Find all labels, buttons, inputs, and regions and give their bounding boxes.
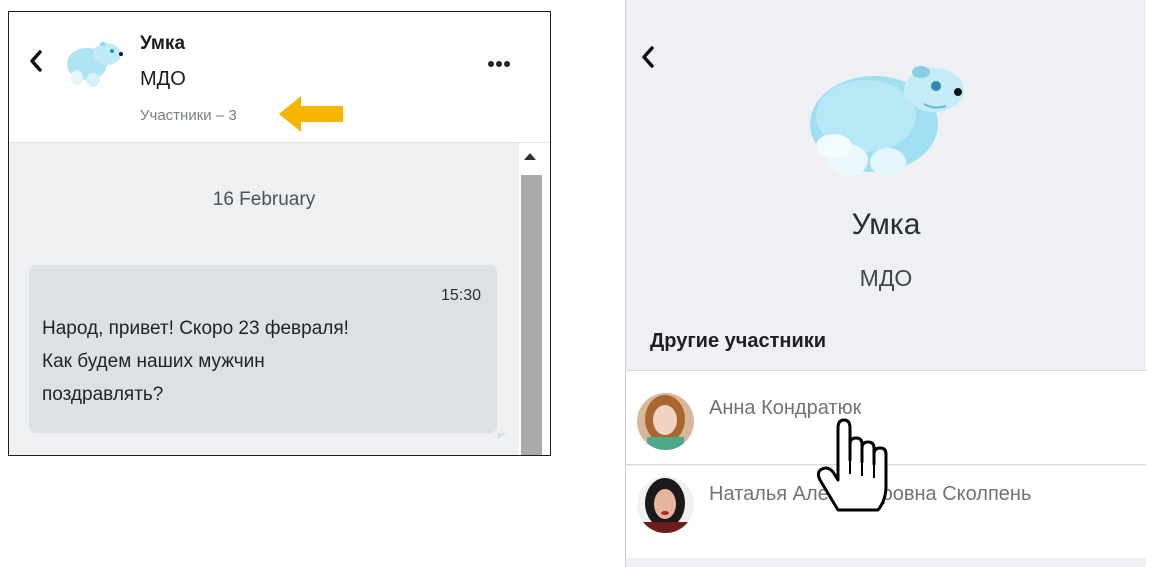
group-avatar-large xyxy=(796,50,972,182)
message-bubble[interactable]: 15:30 Народ, привет! Скоро 23 февраля! К… xyxy=(29,265,497,433)
chat-panel: Умка МДО Участники – 3 16 February 15:30… xyxy=(8,11,551,456)
avatar xyxy=(637,393,694,450)
chat-subtitle: МДО xyxy=(140,68,186,90)
message-text: Народ, привет! Скоро 23 февраля! Как буд… xyxy=(42,312,482,411)
chat-header: Умка МДО Участники – 3 xyxy=(9,12,550,143)
date-divider: 16 February xyxy=(212,189,316,210)
member-row[interactable]: Анна Кондратюк xyxy=(626,370,1146,465)
group-info-panel: Умка МДО Другие участники Анна Кондратюк… xyxy=(625,0,1146,567)
message-time: 15:30 xyxy=(440,287,481,304)
scrollbar-thumb[interactable] xyxy=(521,175,542,455)
arrow-left-icon xyxy=(279,96,343,132)
member-name: Наталья Александровна Сколпень xyxy=(709,483,1032,505)
avatar xyxy=(637,476,694,533)
scroll-up-arrow-icon[interactable] xyxy=(524,153,536,160)
member-row[interactable]: Наталья Александровна Сколпень xyxy=(626,466,1146,558)
group-title: Умка xyxy=(851,208,921,241)
message-line: Как будем наших мужчин xyxy=(42,351,265,372)
chat-title: Умка xyxy=(140,33,186,54)
message-line: Народ, привет! Скоро 23 февраля! xyxy=(42,318,349,339)
more-dots-icon[interactable] xyxy=(483,52,515,72)
other-members-heading: Другие участники xyxy=(650,330,827,352)
message-tail xyxy=(497,433,507,439)
chevron-left-icon[interactable] xyxy=(28,48,44,74)
group-avatar[interactable] xyxy=(59,34,129,90)
group-subtitle: МДО xyxy=(859,265,913,291)
chevron-left-icon[interactable] xyxy=(640,44,656,70)
message-line: поздравлять? xyxy=(42,384,164,405)
message-list[interactable]: 16 February 15:30 Народ, привет! Скоро 2… xyxy=(9,143,519,455)
members-link[interactable]: Участники – 3 xyxy=(140,107,237,124)
member-name: Анна Кондратюк xyxy=(709,397,862,419)
